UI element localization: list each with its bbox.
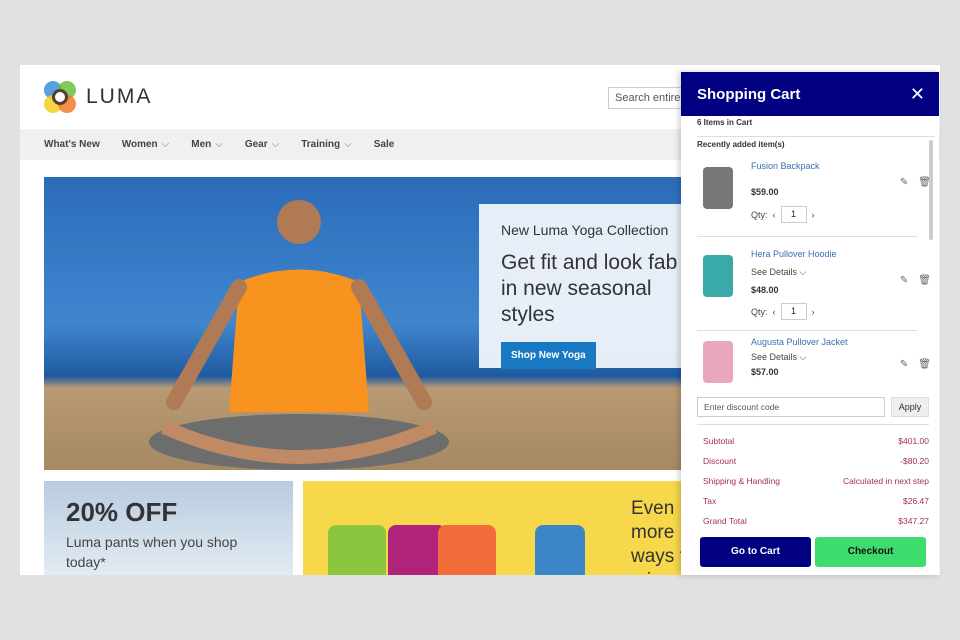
shirt-image (328, 525, 386, 575)
promo-headline: Get fit and look fab in new seasonal sty… (501, 251, 678, 326)
luma-logo[interactable]: LUMA (44, 81, 152, 113)
promo-panel: New Luma Yoga Collection Get fit and loo… (479, 204, 704, 369)
qty-input[interactable]: 1 (780, 206, 807, 223)
cart-totals: Subtotal $401.00 Discount -$80.20 Shipping… (697, 424, 929, 531)
see-details-toggle[interactable]: See Details ⌵ (751, 352, 806, 363)
trash-icon[interactable]: 🗑 (918, 275, 931, 286)
cart-item: Augusta Pullover Jacket See Details ⌵ $5… (697, 331, 931, 387)
chevron-down-icon: ⌵ (271, 139, 280, 150)
shirt-image (438, 525, 496, 575)
increase-icon[interactable]: › (812, 210, 815, 220)
backpack-image (703, 167, 733, 209)
cart-title: Shopping Cart (697, 85, 801, 103)
sale-text: Luma pants when you shop today* (66, 534, 238, 570)
yoga-woman-image (149, 200, 449, 470)
nav-sale[interactable]: Sale (374, 139, 395, 150)
cart-header: Shopping Cart ✕ (681, 72, 939, 116)
discount-form: Enter discount code Apply (697, 397, 929, 417)
apply-button[interactable]: Apply (891, 397, 929, 417)
trash-icon[interactable]: 🗑 (918, 359, 931, 370)
promo-kicker: New Luma Yoga Collection (501, 222, 669, 238)
shop-new-yoga-button[interactable]: Shop New Yoga (501, 342, 596, 369)
shopping-cart-panel: Shopping Cart ✕ 6 Items in Cart Recently… (681, 72, 939, 575)
qty-input[interactable]: 1 (780, 303, 807, 320)
nav-training[interactable]: Training ⌵ (301, 139, 352, 150)
decrease-icon[interactable]: ‹ (773, 210, 776, 220)
edit-icon[interactable]: ✎ (900, 359, 908, 370)
hoodie-image (703, 255, 733, 297)
hero-banner[interactable]: New Luma Yoga Collection Get fit and loo… (44, 177, 704, 470)
recent-label: Recently added item(s) (697, 140, 785, 149)
tank-image (535, 525, 585, 575)
cart-count: 6 Items in Cart (697, 118, 753, 127)
cart-item: Hera Pullover Hoodie See Details ⌵ $48.0… (697, 237, 931, 331)
qty-stepper: Qty: ‹ 1 › (751, 206, 815, 223)
discount-row: Discount -$80.20 (703, 456, 929, 466)
subtotal-row: Subtotal $401.00 (703, 436, 929, 446)
jacket-image (703, 341, 733, 383)
nav-whats-new[interactable]: What's New (44, 139, 100, 150)
item-price: $59.00 (751, 187, 779, 197)
item-name[interactable]: Fusion Backpack (751, 161, 820, 171)
item-price: $57.00 (751, 367, 779, 377)
qty-stepper: Qty: ‹ 1 › (751, 303, 815, 320)
nav-gear[interactable]: Gear ⌵ (245, 139, 279, 150)
edit-icon[interactable]: ✎ (900, 177, 908, 188)
see-details-toggle[interactable]: See Details ⌵ (751, 267, 806, 278)
tax-row: Tax $26.47 (703, 496, 929, 506)
nav-women[interactable]: Women ⌵ (122, 139, 170, 150)
decrease-icon[interactable]: ‹ (773, 307, 776, 317)
mix-match-tile[interactable]: Even more ways to mix and match (303, 481, 703, 575)
checkout-button[interactable]: Checkout (815, 537, 926, 567)
cart-item: Fusion Backpack $59.00 Qty: ‹ 1 › ✎ 🗑 (697, 149, 931, 237)
cart-item-list: Recently added item(s) Fusion Backpack $… (697, 136, 935, 394)
edit-icon[interactable]: ✎ (900, 275, 908, 286)
chevron-down-icon: ⌵ (215, 139, 223, 150)
logo-text: LUMA (86, 85, 153, 108)
trash-icon[interactable]: 🗑 (918, 177, 931, 188)
chevron-down-icon: ⌵ (344, 139, 352, 150)
scrollbar[interactable] (929, 140, 933, 240)
item-name[interactable]: Augusta Pullover Jacket (751, 337, 848, 347)
luma-logo-icon (44, 81, 76, 113)
sale-percent: 20% OFF (66, 497, 178, 527)
discount-code-input[interactable]: Enter discount code (697, 397, 885, 417)
close-icon[interactable]: ✕ (910, 84, 925, 105)
grand-total-row: Grand Total $347.27 (703, 516, 929, 526)
shipping-row: Shipping & Handling Calculated in next st… (703, 476, 929, 486)
item-name[interactable]: Hera Pullover Hoodie (751, 249, 837, 259)
increase-icon[interactable]: › (812, 307, 815, 317)
item-price: $48.00 (751, 285, 779, 295)
chevron-down-icon: ⌵ (161, 139, 170, 150)
go-to-cart-button[interactable]: Go to Cart (700, 537, 811, 567)
nav-men[interactable]: Men ⌵ (191, 139, 223, 150)
pants-sale-tile[interactable]: 20% OFF Luma pants when you shop today* (44, 481, 293, 575)
